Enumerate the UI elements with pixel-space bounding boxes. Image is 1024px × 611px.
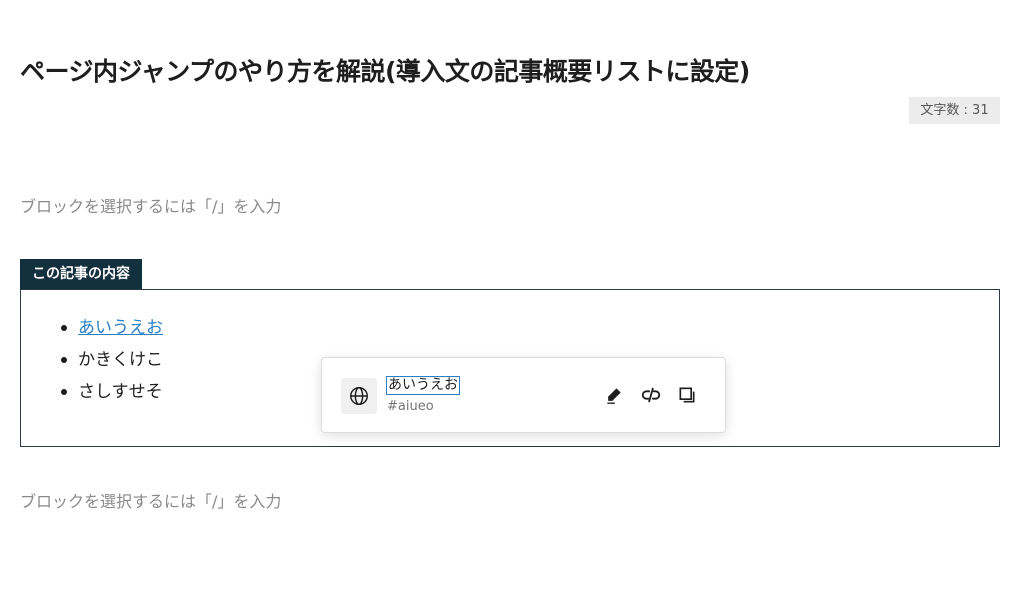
unlink-icon[interactable] [640,384,662,406]
toc-list: あいうえお かきくけこ さしすせそ [61,312,163,408]
toc-heading[interactable]: この記事の内容 [20,259,142,289]
toc-item-link[interactable]: あいうえお [78,318,163,338]
block-placeholder[interactable]: ブロックを選択するには「/」を入力 [20,488,281,512]
link-popover: あいうえお #aiueo [321,357,726,433]
copy-icon[interactable] [676,384,698,406]
link-url: #aiueo [387,399,434,414]
editor-canvas: ページ内ジャンプのやり方を解説(導入文の記事概要リストに設定) 文字数 : 31… [0,0,1024,611]
block-placeholder[interactable]: ブロックを選択するには「/」を入力 [20,193,281,217]
toc-item[interactable]: あいうえお [61,312,163,344]
globe-icon [341,378,377,414]
pencil-icon[interactable] [603,384,625,406]
toc-item[interactable]: さしすせそ [61,376,163,408]
link-text[interactable]: あいうえお [386,376,460,395]
post-title[interactable]: ページ内ジャンプのやり方を解説(導入文の記事概要リストに設定) [20,52,750,88]
toc-item[interactable]: かきくけこ [61,344,163,376]
char-count-badge: 文字数 : 31 [909,97,1000,124]
